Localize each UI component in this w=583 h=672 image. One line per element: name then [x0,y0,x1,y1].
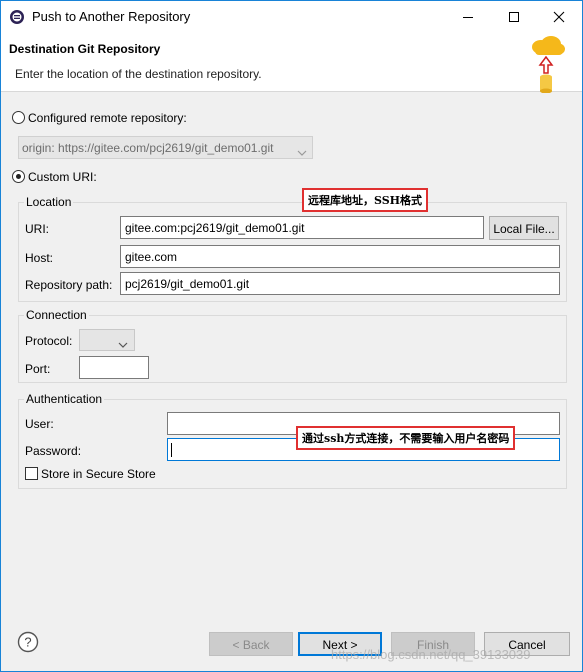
store-secure-label[interactable]: Store in Secure Store [41,467,156,481]
annotation-remote-url: 远程库地址，SSH格式 [302,188,429,212]
uri-input[interactable]: gitee.com:pcj2619/git_demo01.git [120,216,484,239]
page-description: Enter the location of the destination re… [15,67,262,81]
port-label: Port: [25,362,51,376]
watermark-text: https://blog.csdn.net/qq_39133039 [331,647,531,662]
annotation-ssh-connection: 通过ssh方式连接，不需要输入用户名密码 [296,426,516,450]
wizard-header: Destination Git Repository Enter the loc… [1,32,582,94]
host-input[interactable]: gitee.com [120,245,560,268]
port-input[interactable] [79,356,149,379]
repository-path-label: Repository path: [25,278,113,292]
custom-uri-radio[interactable] [12,170,25,183]
app-icon [9,9,25,25]
protocol-label: Protocol: [25,334,73,348]
configured-remote-label[interactable]: Configured remote repository: [28,111,187,125]
maximize-icon[interactable] [491,1,537,32]
uri-label: URI: [25,222,49,236]
configured-remote-value: origin: https://gitee.com/pcj2619/git_de… [22,141,274,155]
window-title: Push to Another Repository [32,9,191,24]
protocol-combo[interactable] [79,329,135,351]
location-group-title: Location [24,195,74,209]
password-label: Password: [25,444,82,458]
cloud-upload-icon [527,35,567,94]
svg-text:?: ? [24,635,31,650]
user-label: User: [25,417,54,431]
minimize-icon[interactable] [445,1,491,32]
close-icon[interactable] [536,1,582,32]
chevron-down-icon [297,145,307,159]
custom-uri-label[interactable]: Custom URI: [28,170,97,184]
text-caret [171,443,172,457]
configured-remote-radio[interactable] [12,111,25,124]
help-icon[interactable]: ? [17,631,39,653]
authentication-group-title: Authentication [24,392,105,406]
push-dialog-window: Push to Another Repository Destination G… [0,0,583,672]
back-button[interactable]: < Back [209,632,293,656]
repository-path-input[interactable]: pcj2619/git_demo01.git [120,272,560,295]
store-secure-checkbox[interactable] [25,467,38,480]
page-title: Destination Git Repository [9,42,161,56]
title-bar: Push to Another Repository [1,1,582,32]
local-file-button[interactable]: Local File... [489,216,559,240]
host-label: Host: [25,251,54,265]
chevron-down-icon [118,337,128,351]
configured-remote-combo: origin: https://gitee.com/pcj2619/git_de… [18,136,313,159]
connection-group-title: Connection [24,308,89,322]
